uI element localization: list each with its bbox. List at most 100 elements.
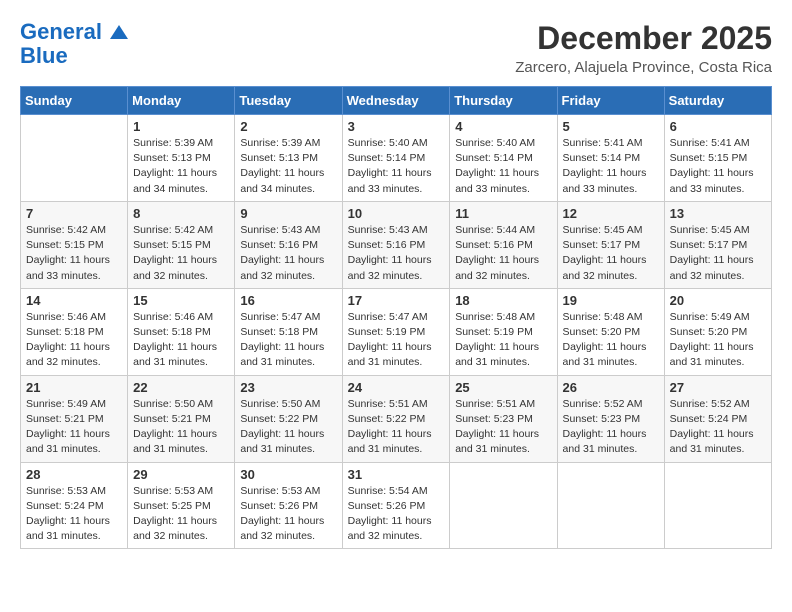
day-number: 26: [563, 380, 659, 395]
day-info: Sunrise: 5:42 AM Sunset: 5:15 PM Dayligh…: [133, 223, 229, 284]
calendar-cell: 21 Sunrise: 5:49 AM Sunset: 5:21 PM Dayli…: [21, 375, 128, 462]
calendar-cell: 11 Sunrise: 5:44 AM Sunset: 5:16 PM Dayli…: [450, 201, 557, 288]
day-info: Sunrise: 5:50 AM Sunset: 5:22 PM Dayligh…: [240, 397, 336, 458]
calendar-cell: 31Sunrise: 5:54 AM Sunset: 5:26 PM Dayli…: [342, 462, 450, 549]
calendar-week-2: 7 Sunrise: 5:42 AM Sunset: 5:15 PM Daylig…: [21, 201, 772, 288]
day-number: 27: [670, 380, 766, 395]
day-info: Sunrise: 5:53 AM Sunset: 5:26 PM Dayligh…: [240, 484, 336, 545]
day-info: Sunrise: 5:53 AM Sunset: 5:24 PM Dayligh…: [26, 484, 122, 545]
day-number: 8: [133, 206, 229, 221]
calendar-cell: 28 Sunrise: 5:53 AM Sunset: 5:24 PM Dayli…: [21, 462, 128, 549]
day-info: Sunrise: 5:40 AM Sunset: 5:14 PM Dayligh…: [348, 136, 445, 197]
day-number: 17: [348, 293, 445, 308]
calendar-cell: 2 Sunrise: 5:39 AM Sunset: 5:13 PM Daylig…: [235, 115, 342, 202]
day-number: 13: [670, 206, 766, 221]
calendar-cell: 1Sunrise: 5:39 AM Sunset: 5:13 PM Daylig…: [128, 115, 235, 202]
day-number: 23: [240, 380, 336, 395]
calendar-cell: 30 Sunrise: 5:53 AM Sunset: 5:26 PM Dayli…: [235, 462, 342, 549]
calendar-cell: 13 Sunrise: 5:45 AM Sunset: 5:17 PM Dayli…: [664, 201, 771, 288]
day-info: Sunrise: 5:47 AM Sunset: 5:19 PM Dayligh…: [348, 310, 445, 371]
day-number: 28: [26, 467, 122, 482]
calendar-cell: 3 Sunrise: 5:40 AM Sunset: 5:14 PM Daylig…: [342, 115, 450, 202]
day-info: Sunrise: 5:46 AM Sunset: 5:18 PM Dayligh…: [133, 310, 229, 371]
day-number: 6: [670, 119, 766, 134]
logo-general: General: [20, 19, 102, 44]
day-info: Sunrise: 5:41 AM Sunset: 5:14 PM Dayligh…: [563, 136, 659, 197]
calendar-cell: 15Sunrise: 5:46 AM Sunset: 5:18 PM Dayli…: [128, 288, 235, 375]
calendar-cell: 23 Sunrise: 5:50 AM Sunset: 5:22 PM Dayli…: [235, 375, 342, 462]
weekday-header-sunday: Sunday: [21, 87, 128, 115]
calendar-week-3: 14Sunrise: 5:46 AM Sunset: 5:18 PM Dayli…: [21, 288, 772, 375]
title-block: December 2025 Zarcero, Alajuela Province…: [515, 20, 772, 76]
weekday-header-wednesday: Wednesday: [342, 87, 450, 115]
day-number: 7: [26, 206, 122, 221]
day-number: 4: [455, 119, 551, 134]
day-info: Sunrise: 5:45 AM Sunset: 5:17 PM Dayligh…: [670, 223, 766, 284]
calendar-cell: 18Sunrise: 5:48 AM Sunset: 5:19 PM Dayli…: [450, 288, 557, 375]
day-number: 12: [563, 206, 659, 221]
day-info: Sunrise: 5:48 AM Sunset: 5:20 PM Dayligh…: [563, 310, 659, 371]
day-number: 25: [455, 380, 551, 395]
day-info: Sunrise: 5:40 AM Sunset: 5:14 PM Dayligh…: [455, 136, 551, 197]
calendar-cell: 6 Sunrise: 5:41 AM Sunset: 5:15 PM Daylig…: [664, 115, 771, 202]
calendar-cell: 25 Sunrise: 5:51 AM Sunset: 5:23 PM Dayli…: [450, 375, 557, 462]
calendar-cell: 17 Sunrise: 5:47 AM Sunset: 5:19 PM Dayli…: [342, 288, 450, 375]
day-number: 16: [240, 293, 336, 308]
day-info: Sunrise: 5:50 AM Sunset: 5:21 PM Dayligh…: [133, 397, 229, 458]
calendar-table: SundayMondayTuesdayWednesdayThursdayFrid…: [20, 86, 772, 549]
calendar-cell: 4 Sunrise: 5:40 AM Sunset: 5:14 PM Daylig…: [450, 115, 557, 202]
calendar-cell: [21, 115, 128, 202]
page-header: General Blue December 2025 Zarcero, Alaj…: [20, 20, 772, 76]
day-info: Sunrise: 5:43 AM Sunset: 5:16 PM Dayligh…: [348, 223, 445, 284]
day-info: Sunrise: 5:46 AM Sunset: 5:18 PM Dayligh…: [26, 310, 122, 371]
logo-blue: Blue: [20, 44, 68, 68]
day-number: 24: [348, 380, 445, 395]
day-number: 2: [240, 119, 336, 134]
calendar-cell: [557, 462, 664, 549]
logo: General Blue: [20, 20, 128, 68]
calendar-cell: 29 Sunrise: 5:53 AM Sunset: 5:25 PM Dayli…: [128, 462, 235, 549]
day-info: Sunrise: 5:45 AM Sunset: 5:17 PM Dayligh…: [563, 223, 659, 284]
calendar-cell: 9Sunrise: 5:43 AM Sunset: 5:16 PM Daylig…: [235, 201, 342, 288]
day-info: Sunrise: 5:47 AM Sunset: 5:18 PM Dayligh…: [240, 310, 336, 371]
calendar-week-4: 21 Sunrise: 5:49 AM Sunset: 5:21 PM Dayli…: [21, 375, 772, 462]
calendar-week-1: 1 Sunrise: 5:39 AM Sunset: 5:13 PM Daylig…: [21, 115, 772, 202]
day-info: Sunrise: 5:41 AM Sunset: 5:15 PM Dayligh…: [670, 136, 766, 197]
day-number: 10: [348, 206, 445, 221]
calendar-cell: 7 Sunrise: 5:42 AM Sunset: 5:15 PM Daylig…: [21, 201, 128, 288]
calendar-cell: [450, 462, 557, 549]
weekday-header-friday: Friday: [557, 87, 664, 115]
day-info: Sunrise: 5:51 AM Sunset: 5:22 PM Dayligh…: [348, 397, 445, 458]
calendar-cell: 12 Sunrise: 5:45 AM Sunset: 5:17 PM Dayli…: [557, 201, 664, 288]
day-number: 30: [240, 467, 336, 482]
day-info: Sunrise: 5:52 AM Sunset: 5:24 PM Dayligh…: [670, 397, 766, 458]
day-number: 3: [348, 119, 445, 134]
day-info: Sunrise: 5:49 AM Sunset: 5:20 PM Dayligh…: [670, 310, 766, 371]
calendar-cell: 8 Sunrise: 5:42 AM Sunset: 5:15 PM Daylig…: [128, 201, 235, 288]
day-info: Sunrise: 5:39 AM Sunset: 5:13 PM Dayligh…: [240, 136, 336, 197]
day-info: Sunrise: 5:44 AM Sunset: 5:16 PM Dayligh…: [455, 223, 551, 284]
day-number: 11: [455, 206, 551, 221]
day-info: Sunrise: 5:42 AM Sunset: 5:15 PM Dayligh…: [26, 223, 122, 284]
day-number: 9: [240, 206, 336, 221]
day-number: 22: [133, 380, 229, 395]
calendar-cell: 27 Sunrise: 5:52 AM Sunset: 5:24 PM Dayli…: [664, 375, 771, 462]
day-info: Sunrise: 5:51 AM Sunset: 5:23 PM Dayligh…: [455, 397, 551, 458]
day-number: 19: [563, 293, 659, 308]
calendar-week-5: 28 Sunrise: 5:53 AM Sunset: 5:24 PM Dayli…: [21, 462, 772, 549]
calendar-cell: 5Sunrise: 5:41 AM Sunset: 5:14 PM Daylig…: [557, 115, 664, 202]
day-number: 21: [26, 380, 122, 395]
weekday-header-thursday: Thursday: [450, 87, 557, 115]
calendar-cell: 22 Sunrise: 5:50 AM Sunset: 5:21 PM Dayli…: [128, 375, 235, 462]
month-title: December 2025: [515, 20, 772, 57]
calendar-cell: 26Sunrise: 5:52 AM Sunset: 5:23 PM Dayli…: [557, 375, 664, 462]
day-number: 18: [455, 293, 551, 308]
day-info: Sunrise: 5:49 AM Sunset: 5:21 PM Dayligh…: [26, 397, 122, 458]
day-info: Sunrise: 5:54 AM Sunset: 5:26 PM Dayligh…: [348, 484, 445, 545]
weekday-header-saturday: Saturday: [664, 87, 771, 115]
day-number: 29: [133, 467, 229, 482]
day-info: Sunrise: 5:53 AM Sunset: 5:25 PM Dayligh…: [133, 484, 229, 545]
calendar-cell: 14Sunrise: 5:46 AM Sunset: 5:18 PM Dayli…: [21, 288, 128, 375]
calendar-cell: [664, 462, 771, 549]
day-number: 1: [133, 119, 229, 134]
